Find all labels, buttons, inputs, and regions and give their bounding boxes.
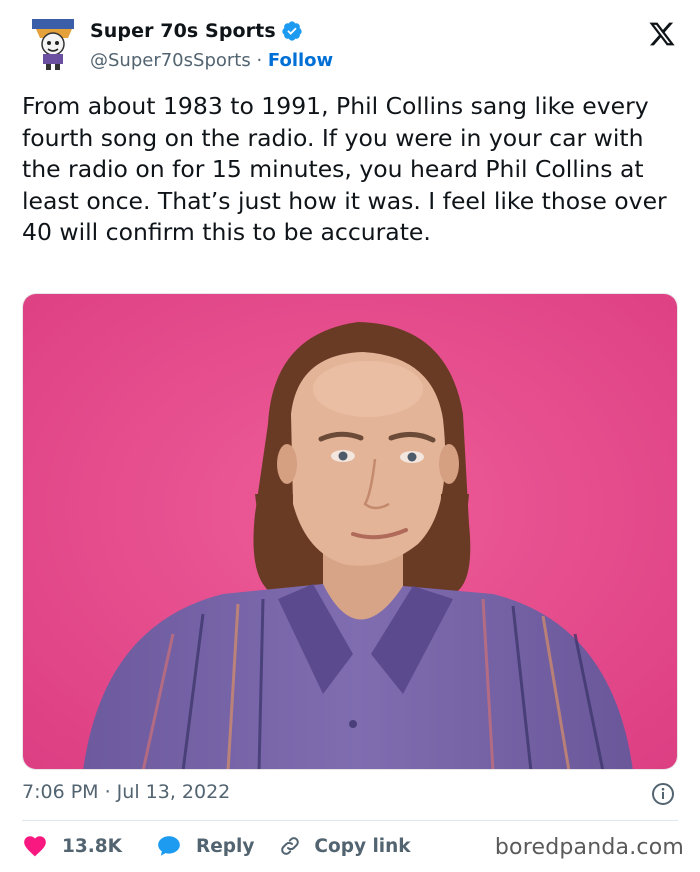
tweet-photo[interactable] [22, 293, 678, 770]
verified-badge-icon [282, 21, 302, 41]
info-icon[interactable] [651, 782, 675, 806]
reply-label: Reply [195, 835, 255, 857]
separator: · [250, 50, 268, 71]
avatar[interactable] [28, 16, 78, 72]
heart-icon [24, 836, 46, 857]
author-name[interactable]: Super 70s Sports [90, 20, 276, 42]
x-logo-icon[interactable] [648, 20, 676, 48]
tweet-header: Super 70s Sports @Super70sSports · Follo… [22, 14, 682, 76]
link-icon [281, 837, 300, 855]
like-button[interactable]: 13.8K [22, 833, 122, 859]
author-handle-row: @Super70sSports · Follow [90, 50, 333, 71]
follow-button[interactable]: Follow [268, 50, 333, 71]
copy-link-button[interactable]: Copy link [278, 834, 411, 858]
author-handle[interactable]: @Super70sSports [90, 50, 251, 71]
divider [22, 820, 678, 821]
tweet-actions: 13.8K Reply Copy link [22, 829, 411, 863]
tweet-timestamp[interactable]: 7:06 PM · Jul 13, 2022 [22, 781, 230, 803]
speech-bubble-icon [158, 836, 180, 856]
reply-button[interactable]: Reply [156, 833, 254, 859]
tweet-text: From about 1983 to 1991, Phil Collins sa… [22, 92, 667, 246]
author-name-row: Super 70s Sports [90, 20, 303, 42]
like-count: 13.8K [62, 835, 122, 857]
copy-link-label: Copy link [314, 835, 411, 857]
watermark: boredpanda.com [494, 835, 684, 860]
portrait-image [23, 294, 677, 769]
